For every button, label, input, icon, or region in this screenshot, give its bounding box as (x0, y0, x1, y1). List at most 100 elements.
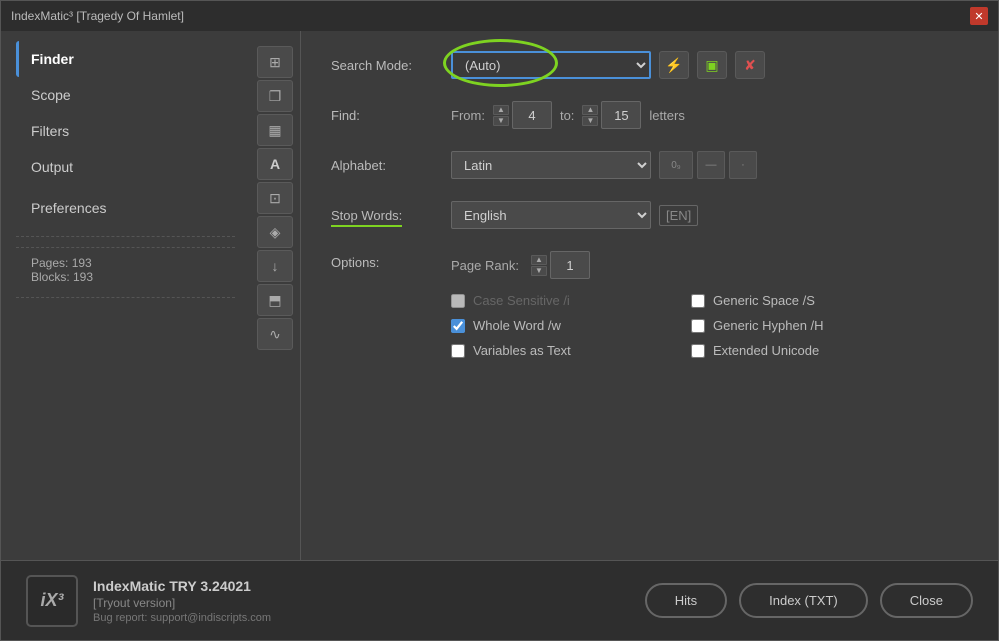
to-spinner: ▲ ▼ 15 (582, 101, 641, 129)
to-value-input[interactable]: 15 (601, 101, 641, 129)
from-up-arrow[interactable]: ▲ (493, 105, 509, 115)
stopwords-label: Stop Words: (331, 208, 451, 223)
close-button[interactable]: Close (880, 583, 973, 618)
from-arrows: ▲ ▼ (493, 105, 509, 126)
sidebar: Finder Scope Filters Output Preferences (1, 31, 301, 560)
export-icon-btn[interactable]: ⬒ (257, 284, 293, 316)
sidebar-item-output[interactable]: Output (16, 149, 235, 185)
stopwords-row: Stop Words: English French German Spanis… (331, 201, 968, 229)
extended-unicode-label: Extended Unicode (713, 343, 819, 358)
copy-icon-btn[interactable]: ❐ (257, 80, 293, 112)
alphabet-row: Alphabet: Latin Greek Cyrillic Hebrew Ar… (331, 151, 968, 179)
text-icon-btn[interactable]: A (257, 148, 293, 180)
whole-word-row: Whole Word /w (451, 318, 671, 333)
window-title: IndexMatic³ [Tragedy Of Hamlet] (11, 9, 184, 23)
case-sensitive-checkbox[interactable] (451, 294, 465, 308)
footer-text: IndexMatic TRY 3.24021 [Tryout version] … (93, 578, 271, 624)
search-mode-select[interactable]: (Auto) Regex Wildcard Literal (451, 51, 651, 79)
search-mode-label: Search Mode: (331, 58, 451, 73)
whole-word-checkbox[interactable] (451, 319, 465, 333)
extended-unicode-row: Extended Unicode (691, 343, 911, 358)
alpha-extra-btns: 0₉ — · (659, 151, 757, 179)
from-value-input[interactable]: 4 (512, 101, 552, 129)
close-window-btn[interactable]: ✕ (970, 7, 988, 25)
pages-stat: Pages: 193 (31, 256, 220, 270)
pagerank-up-arrow[interactable]: ▲ (531, 255, 547, 265)
image-icon-btn[interactable]: ⊡ (257, 182, 293, 214)
en-badge: [EN] (659, 205, 698, 226)
index-button[interactable]: Index (TXT) (739, 583, 868, 618)
search-mode-row: Search Mode: (Auto) Regex Wildcard Liter… (331, 51, 968, 79)
chart-icon-btn[interactable]: ∿ (257, 318, 293, 350)
letters-label: letters (649, 108, 684, 123)
generic-space-label: Generic Space /S (713, 293, 815, 308)
whole-word-label: Whole Word /w (473, 318, 561, 333)
search-mode-container: (Auto) Regex Wildcard Literal (451, 51, 651, 79)
dot-btn[interactable]: · (729, 151, 757, 179)
footer-logo-area: iX³ IndexMatic TRY 3.24021 [Tryout versi… (26, 575, 271, 627)
footer-subtitle: [Tryout version] (93, 596, 271, 610)
options-label: Options: (331, 251, 451, 270)
variables-as-text-label: Variables as Text (473, 343, 571, 358)
title-bar: IndexMatic³ [Tragedy Of Hamlet] ✕ (1, 1, 998, 31)
pagerank-down-arrow[interactable]: ▼ (531, 266, 547, 276)
green-box-btn[interactable]: ▣ (697, 51, 727, 79)
extended-unicode-checkbox[interactable] (691, 344, 705, 358)
page-rank-label: Page Rank: (451, 258, 519, 273)
alphabet-select[interactable]: Latin Greek Cyrillic Hebrew Arabic (451, 151, 651, 179)
app-logo: iX³ (26, 575, 78, 627)
page-rank-input[interactable]: 1 (550, 251, 590, 279)
sidebar-item-finder[interactable]: Finder (16, 41, 235, 77)
footer-buttons: Hits Index (TXT) Close (645, 583, 973, 618)
footer-title: IndexMatic TRY 3.24021 (93, 578, 271, 594)
to-down-arrow[interactable]: ▼ (582, 116, 598, 126)
sidebar-stats: Pages: 193 Blocks: 193 (16, 247, 235, 292)
sidebar-item-filters[interactable]: Filters (16, 113, 235, 149)
sidebar-divider-1 (16, 236, 235, 237)
variables-as-text-checkbox[interactable] (451, 344, 465, 358)
hits-button[interactable]: Hits (645, 583, 727, 618)
generic-hyphen-row: Generic Hyphen /H (691, 318, 911, 333)
sidebar-top: Finder Scope Filters Output Preferences (1, 41, 300, 550)
stopwords-label-text: Stop Words: (331, 208, 402, 227)
find-row: Find: From: ▲ ▼ 4 to: ▲ ▼ (331, 101, 968, 129)
to-label: to: (560, 108, 574, 123)
generic-hyphen-checkbox[interactable] (691, 319, 705, 333)
footer: iX³ IndexMatic TRY 3.24021 [Tryout versi… (1, 560, 998, 640)
generic-hyphen-label: Generic Hyphen /H (713, 318, 824, 333)
search-mode-controls: (Auto) Regex Wildcard Literal ⚡ ▣ ✘ (451, 51, 968, 79)
lightning-btn[interactable]: ⚡ (659, 51, 689, 79)
download-icon-btn[interactable]: ↓ (257, 250, 293, 282)
find-controls: From: ▲ ▼ 4 to: ▲ ▼ 15 (451, 101, 968, 129)
table-icon-btn[interactable]: ▦ (257, 114, 293, 146)
from-label: From: (451, 108, 485, 123)
red-icon-btn[interactable]: ✘ (735, 51, 765, 79)
to-arrows: ▲ ▼ (582, 105, 598, 126)
main-layout: Finder Scope Filters Output Preferences (1, 31, 998, 560)
sidebar-divider-2 (16, 297, 235, 298)
stopwords-select[interactable]: English French German Spanish None (451, 201, 651, 229)
variables-as-text-row: Variables as Text (451, 343, 671, 358)
grid-icon-btn[interactable]: ⊞ (257, 46, 293, 78)
main-window: IndexMatic³ [Tragedy Of Hamlet] ✕ Finder… (0, 0, 999, 641)
alphabet-label: Alphabet: (331, 158, 451, 173)
stopwords-controls: English French German Spanish None [EN] (451, 201, 968, 229)
sidebar-nav: Finder Scope Filters Output Preferences (1, 41, 250, 550)
from-spinner: ▲ ▼ 4 (493, 101, 552, 129)
layers-icon-btn[interactable]: ◈ (257, 216, 293, 248)
sidebar-icon-panel: ⊞ ❐ ▦ A ⊡ ◈ ↓ ⬒ ∿ (250, 41, 300, 550)
num-btn[interactable]: 0₉ (659, 151, 693, 179)
page-rank-row: Page Rank: ▲ ▼ 1 (451, 251, 911, 279)
page-rank-spinner: ▲ ▼ 1 (531, 251, 590, 279)
find-label: Find: (331, 108, 451, 123)
dash-btn[interactable]: — (697, 151, 725, 179)
alphabet-controls: Latin Greek Cyrillic Hebrew Arabic 0₉ — … (451, 151, 968, 179)
generic-space-row: Generic Space /S (691, 293, 911, 308)
sidebar-item-preferences[interactable]: Preferences (16, 190, 235, 226)
generic-space-checkbox[interactable] (691, 294, 705, 308)
footer-bug-report: Bug report: support@indiscripts.com (93, 612, 271, 624)
to-up-arrow[interactable]: ▲ (582, 105, 598, 115)
sidebar-item-scope[interactable]: Scope (16, 77, 235, 113)
blocks-stat: Blocks: 193 (31, 270, 220, 284)
from-down-arrow[interactable]: ▼ (493, 116, 509, 126)
